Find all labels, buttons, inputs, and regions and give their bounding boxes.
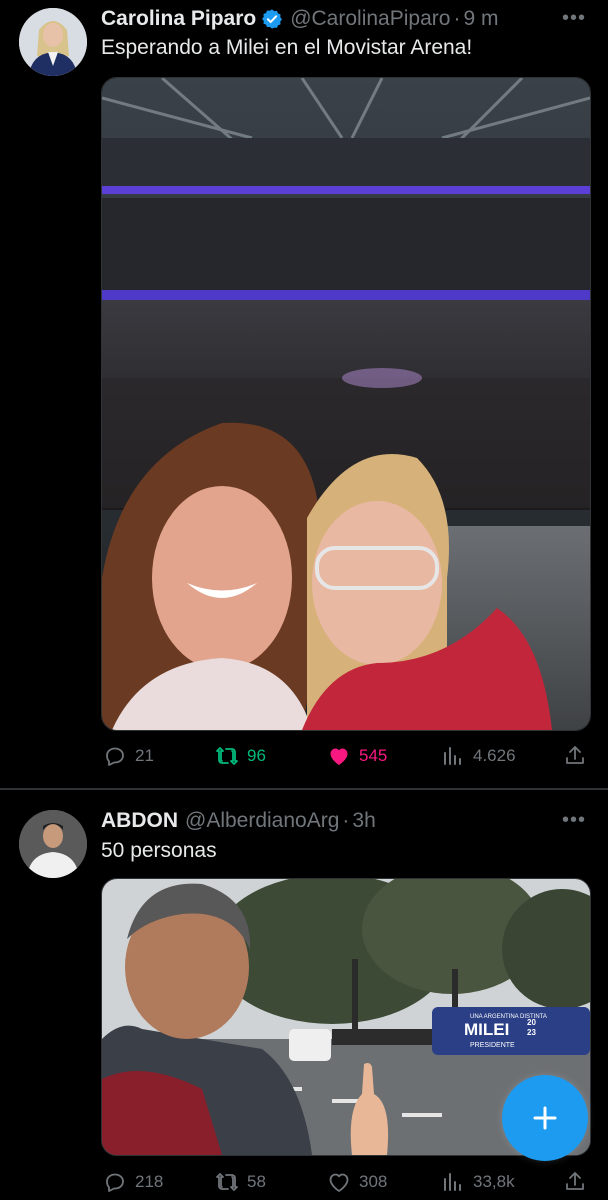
- heart-outline-icon: [329, 1173, 349, 1192]
- share-icon: [566, 1172, 584, 1190]
- reply-button[interactable]: 21: [103, 740, 154, 772]
- like-button[interactable]: 308: [327, 1166, 387, 1198]
- author-handle[interactable]: @CarolinaPiparo: [290, 7, 450, 31]
- retweet-icon: [216, 1173, 238, 1191]
- bus-year-bottom: 23: [527, 1028, 536, 1037]
- views-button[interactable]: 33,8k: [441, 1166, 515, 1198]
- plus-icon: [533, 1106, 557, 1130]
- tweet-time[interactable]: 9 m: [463, 7, 498, 31]
- retweet-count: 58: [247, 1172, 266, 1191]
- more-options-icon[interactable]: •••: [562, 8, 586, 28]
- compose-button[interactable]: [502, 1075, 588, 1161]
- author-avatar[interactable]: [19, 8, 87, 76]
- reply-button[interactable]: 218: [103, 1166, 163, 1198]
- retweet-button[interactable]: 58: [215, 1166, 266, 1198]
- share-button[interactable]: [563, 1166, 587, 1198]
- retweet-count: 96: [247, 746, 266, 765]
- bus-sub-text: PRESIDENTE: [470, 1042, 515, 1049]
- tweet-actions: 218 58 308 33,8k: [101, 1166, 589, 1198]
- tweet-header: Carolina Piparo @CarolinaPiparo · 9 m: [101, 4, 498, 34]
- author-handle[interactable]: @AlberdianoArg: [185, 809, 339, 833]
- retweet-button[interactable]: 96: [215, 740, 266, 772]
- like-button[interactable]: 545: [327, 740, 387, 772]
- separator-dot: ·: [342, 809, 350, 832]
- share-button[interactable]: [563, 740, 587, 772]
- tweet[interactable]: Carolina Piparo @CarolinaPiparo · 9 m ••…: [0, 0, 608, 788]
- like-count: 545: [359, 746, 388, 765]
- separator-dot: ·: [453, 7, 461, 30]
- reply-icon: [106, 747, 124, 766]
- verified-badge-icon: [261, 8, 283, 30]
- views-count: 33,8k: [473, 1172, 515, 1191]
- bus-big-text: MILEI: [464, 1020, 509, 1039]
- tweet-header: ABDON @AlberdianoArg · 3h: [101, 806, 376, 836]
- bus-year-top: 20: [527, 1018, 536, 1027]
- share-icon: [566, 746, 584, 764]
- views-icon: [444, 747, 461, 765]
- tweet-text: 50 personas: [101, 839, 217, 862]
- reply-icon: [106, 1173, 124, 1192]
- heart-filled-icon: [330, 748, 348, 765]
- timeline-feed: Carolina Piparo @CarolinaPiparo · 9 m ••…: [0, 0, 608, 1200]
- tweet-time[interactable]: 3h: [352, 809, 375, 833]
- tweet-text: Esperando a Milei en el Movistar Arena!: [101, 36, 473, 59]
- tweet-photo[interactable]: [101, 77, 591, 731]
- reply-count: 21: [135, 746, 154, 765]
- views-icon: [444, 1173, 461, 1191]
- retweet-icon: [216, 747, 238, 765]
- views-button[interactable]: 4.626: [441, 740, 516, 772]
- reply-count: 218: [135, 1172, 164, 1191]
- author-name[interactable]: ABDON: [101, 809, 178, 833]
- like-count: 308: [359, 1172, 388, 1191]
- more-options-icon[interactable]: •••: [562, 810, 586, 830]
- author-avatar[interactable]: [19, 810, 87, 878]
- tweet-actions: 21 96 545 4.626: [101, 740, 589, 772]
- views-count: 4.626: [473, 746, 516, 765]
- author-name[interactable]: Carolina Piparo: [101, 7, 256, 31]
